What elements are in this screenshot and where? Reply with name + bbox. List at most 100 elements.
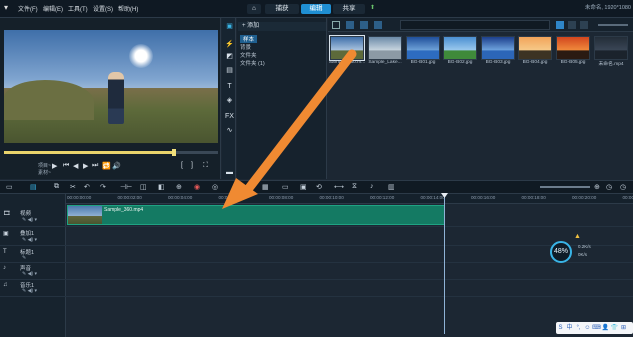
tab-capture[interactable]: 捕获 xyxy=(265,4,299,14)
library-thumbnail[interactable] xyxy=(406,36,440,60)
filter-video-icon[interactable] xyxy=(346,21,354,29)
ime-logo-icon[interactable]: S xyxy=(556,322,565,334)
subtitle-icon[interactable]: ▭ xyxy=(282,183,289,191)
menu-tools[interactable]: 工具(T) xyxy=(68,4,88,13)
motion-icon[interactable]: ◧ xyxy=(158,183,165,191)
net-upload: 0.2K/s xyxy=(578,244,591,249)
transition-icon[interactable]: ◩ xyxy=(225,52,234,61)
library-thumbnail[interactable] xyxy=(443,36,477,60)
performance-badge[interactable]: 48% xyxy=(550,241,572,263)
instant-project-icon[interactable]: ⚡ xyxy=(225,40,234,49)
library-search-field[interactable] xyxy=(400,20,550,30)
title-icon[interactable]: T xyxy=(225,82,234,91)
go-end-button[interactable]: ⏭ xyxy=(92,162,98,170)
ime-toolbar[interactable]: S 中 °, ☺ ⌨👤 👕 ⊞ xyxy=(556,322,633,334)
undo-icon[interactable]: ↶ xyxy=(84,183,90,191)
project-mode-label[interactable]: 项目~ xyxy=(38,162,51,169)
loop-icon[interactable]: ⟲ xyxy=(316,183,322,191)
library-thumbnail[interactable] xyxy=(594,36,628,60)
storyboard-view-icon[interactable]: ▭ xyxy=(6,183,13,191)
preview-scrub-handle[interactable] xyxy=(172,149,176,156)
redo-icon[interactable]: ↷ xyxy=(100,183,106,191)
play-button[interactable]: ▶ xyxy=(52,162,57,170)
track-controls-overlay[interactable]: ✎ ◀) ▾ xyxy=(22,237,37,243)
thumb-size-slider[interactable] xyxy=(598,24,628,26)
record-icon[interactable]: ◎ xyxy=(212,183,218,191)
tab-edit[interactable]: 编辑 xyxy=(301,4,331,14)
ime-keyboard-icon[interactable]: ⌨ xyxy=(592,322,601,334)
sort-icon[interactable] xyxy=(580,21,588,29)
track-manager-icon[interactable]: ⧉ xyxy=(54,183,59,191)
clip-mode-label[interactable]: 素材~ xyxy=(38,169,51,176)
path-icon[interactable]: ∿ xyxy=(225,126,234,135)
timeline-ruler[interactable] xyxy=(66,194,633,204)
ime-emoji-icon[interactable]: ☺ xyxy=(583,322,592,334)
rocket-icon: ▲ xyxy=(574,233,581,240)
split-screen-icon[interactable]: ⊣⊢ xyxy=(120,183,132,191)
track-controls-voice[interactable]: ✎ ◀) ▾ xyxy=(22,271,37,277)
crosshair-icon[interactable]: ⊕ xyxy=(176,183,182,191)
ime-lang-toggle[interactable]: 中 xyxy=(565,322,574,334)
color-icon[interactable]: ◉ xyxy=(194,183,200,191)
next-frame-button[interactable]: ▶ xyxy=(83,162,88,170)
transition-tool-icon[interactable]: ⧖ xyxy=(352,183,357,191)
tree-item-folder[interactable]: 文件夹 xyxy=(240,51,257,59)
track-controls-video[interactable]: ✎ ◀) ▾ xyxy=(22,217,37,223)
zoom-slider[interactable] xyxy=(540,186,590,188)
prev-frame-button[interactable]: ◀ xyxy=(73,162,78,170)
timeline-view-icon[interactable]: ▤ xyxy=(30,183,37,191)
library-menu-icon[interactable]: ▬ xyxy=(225,168,234,177)
filter-audio-icon[interactable] xyxy=(374,21,382,29)
tree-item-background[interactable]: 背景 xyxy=(240,43,251,51)
ime-skin-icon[interactable]: 👕 xyxy=(610,322,619,334)
go-start-button[interactable]: ⏮ xyxy=(63,162,69,170)
mask-icon[interactable]: ◫ xyxy=(140,183,147,191)
ripple-icon[interactable]: ⟷ xyxy=(334,183,344,191)
filter-photo-icon[interactable] xyxy=(360,21,368,29)
graphics-icon[interactable]: ◈ xyxy=(225,96,234,105)
library-thumbnail[interactable] xyxy=(518,36,552,60)
tab-share[interactable]: 共享 xyxy=(333,4,365,14)
multicam-icon[interactable]: ▦ xyxy=(262,183,269,191)
ime-punct-icon[interactable]: °, xyxy=(574,322,583,334)
menu-edit[interactable]: 编辑(E) xyxy=(43,4,63,13)
split-icon[interactable]: ✂ xyxy=(70,183,76,191)
volume-button[interactable]: 🔊 xyxy=(112,162,121,170)
track-controls-title[interactable]: ✎ xyxy=(22,255,26,261)
track-label-overlay[interactable]: 叠加1 xyxy=(20,229,34,237)
fx-icon[interactable]: FX xyxy=(225,112,234,121)
mark-out-icon[interactable]: ] xyxy=(191,162,193,169)
track-controls-music[interactable]: ✎ ◀) ▾ xyxy=(22,288,37,294)
repeat-button[interactable]: 🔁 xyxy=(102,162,111,170)
template-icon[interactable]: ▤ xyxy=(225,66,234,75)
mixer-icon[interactable]: ▥ xyxy=(388,183,395,191)
library-thumbnail[interactable] xyxy=(329,35,365,61)
list-view-icon[interactable] xyxy=(568,21,576,29)
fit-icon[interactable]: ◷ xyxy=(606,183,612,191)
menu-file[interactable]: 文件(F) xyxy=(18,4,38,13)
audio-tool-icon[interactable]: ♪ xyxy=(370,183,374,190)
ime-user-icon[interactable]: 👤 xyxy=(601,322,610,334)
library-thumbnail[interactable] xyxy=(481,36,515,60)
grid-view-icon[interactable] xyxy=(556,21,564,29)
zoom-in-icon[interactable]: ⊕ xyxy=(594,183,600,191)
media-icon[interactable]: ▣ xyxy=(225,22,234,31)
fullscreen-icon[interactable]: ⛶ xyxy=(203,162,208,170)
track-label-video[interactable]: 视频 xyxy=(20,209,31,217)
upload-icon[interactable]: ⬆ xyxy=(370,4,375,11)
mark-in-icon[interactable]: [ xyxy=(181,162,183,169)
preview-video[interactable] xyxy=(4,30,218,143)
playhead[interactable] xyxy=(444,194,445,334)
library-thumbnail[interactable] xyxy=(368,36,402,60)
library-thumbnail[interactable] xyxy=(556,36,590,60)
tree-item-samples[interactable]: 样本 xyxy=(240,35,258,43)
folder-icon[interactable] xyxy=(332,21,340,29)
add-folder-button[interactable]: + 添加 xyxy=(238,22,326,31)
home-button[interactable]: ⌂ xyxy=(247,4,261,14)
menu-settings[interactable]: 设置(S) xyxy=(93,4,113,13)
duration-icon[interactable]: ◷ xyxy=(620,183,626,191)
tree-item-folder-1[interactable]: 文件夹 (1) xyxy=(240,59,265,67)
ime-grid-icon[interactable]: ⊞ xyxy=(619,322,628,334)
menu-help[interactable]: 帮助(H) xyxy=(118,4,138,13)
screen-icon[interactable]: ▣ xyxy=(300,183,307,191)
